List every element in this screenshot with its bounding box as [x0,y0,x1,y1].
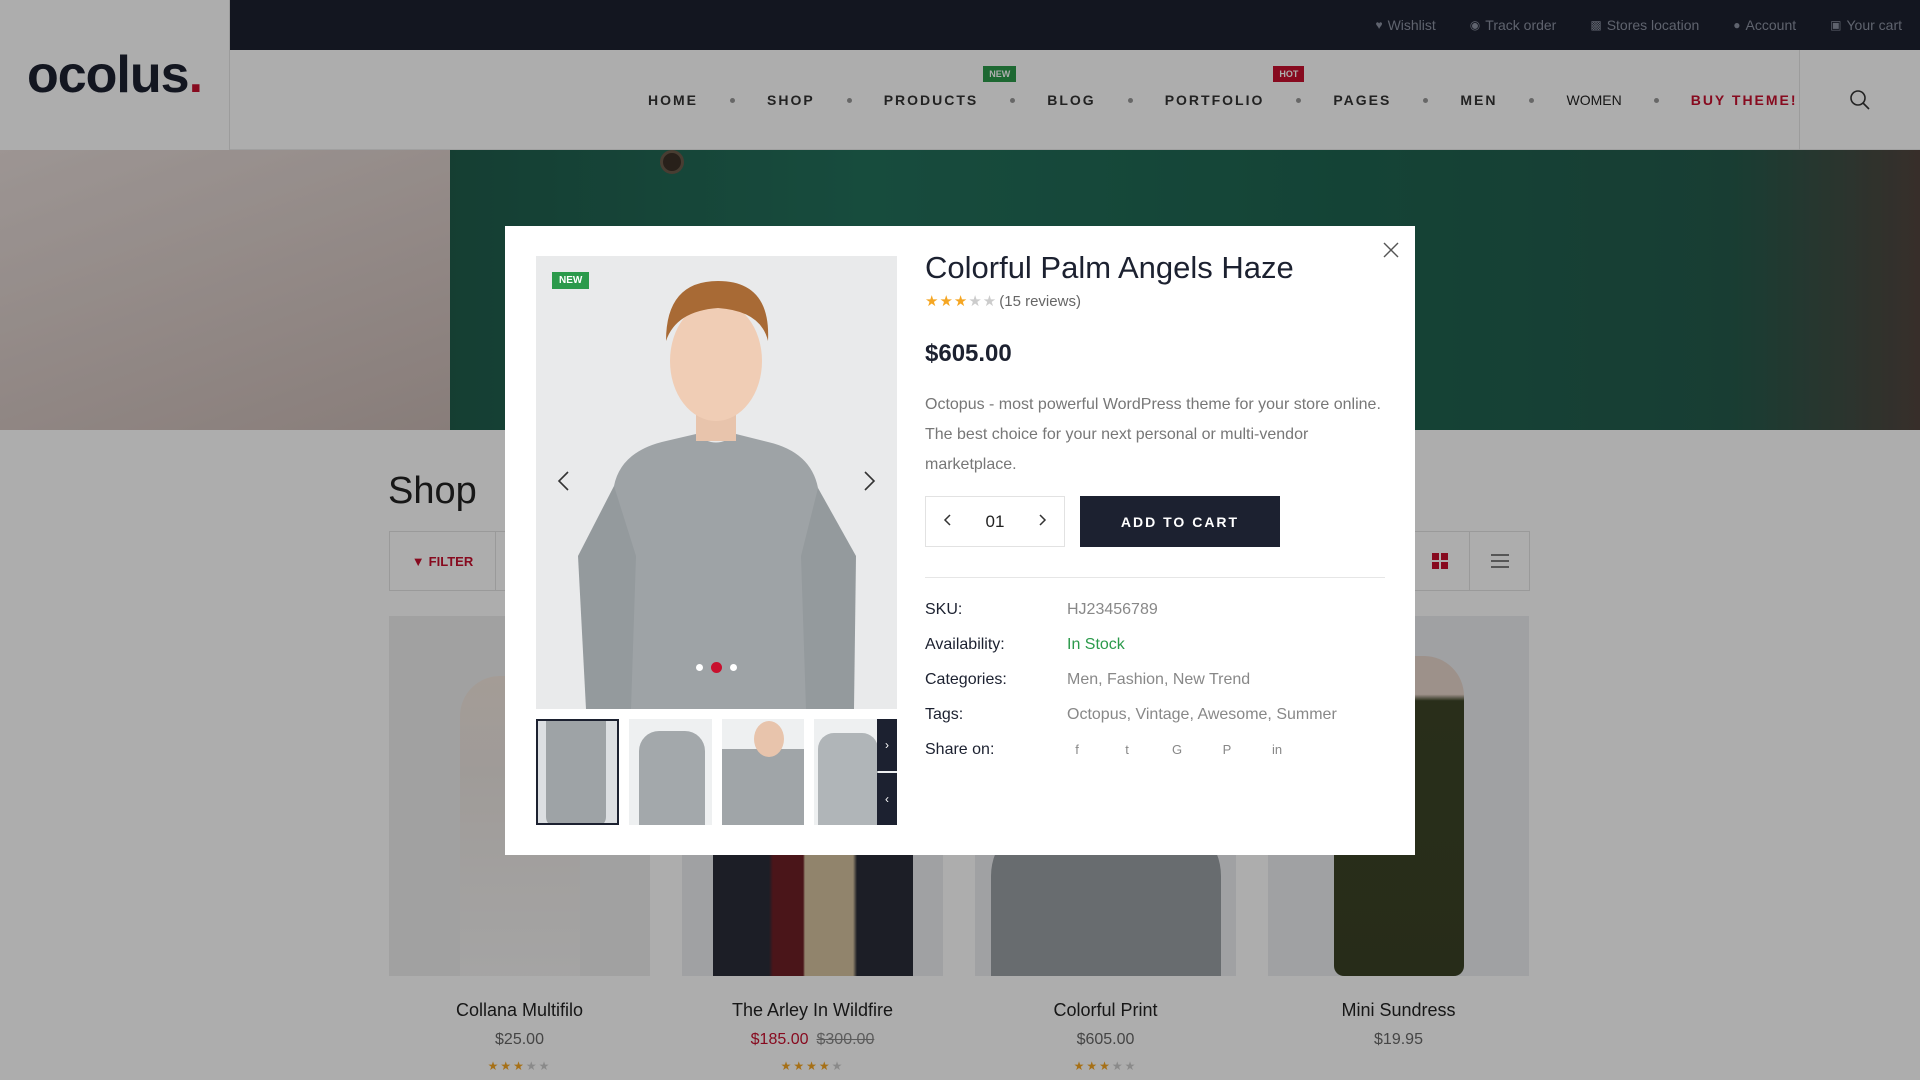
thumbnail-prev-button[interactable]: ‹ [877,773,897,825]
product-price: $605.00 [925,340,1012,367]
tags-value[interactable]: Octopus, Vintage, Awesome, Summer [1067,706,1337,724]
thumbnail-image [546,721,606,823]
categories-value[interactable]: Men, Fashion, New Trend [1067,671,1250,689]
gallery-dot[interactable] [730,664,737,671]
share-label: Share on: [925,740,995,758]
thumbnail[interactable] [536,719,619,825]
availability-value: In Stock [1067,635,1125,653]
star-icon: ★★★ [925,293,969,310]
sku-row: SKU: HJ23456789 [925,592,1385,627]
divider [925,577,1385,578]
sku-value: HJ23456789 [1067,600,1158,618]
thumbnail-strip: › ‹ [536,719,897,825]
chevron-right-icon [864,471,876,491]
product-rating: ★★★★★ (15 reviews) [925,292,1385,311]
product-description: Octopus - most powerful WordPress theme … [925,396,1381,473]
thumbnail-image [638,731,705,825]
availability-row: Availability: In Stock [925,627,1385,662]
buy-row: ADD TO CART [925,496,1385,547]
star-empty-icon: ★★ [968,293,998,310]
review-count[interactable]: (15 reviews) [999,293,1081,310]
chevron-left-icon: ‹ [885,792,889,806]
product-info: Colorful Palm Angels Haze ★★★★★ (15 revi… [925,250,1385,767]
gallery-dot-active[interactable] [711,662,722,673]
categories-label: Categories: [925,670,1007,688]
thumbnail-image [753,721,784,757]
rating-stars: ★★★★★ [925,292,997,310]
twitter-icon[interactable]: t [1117,742,1137,757]
gallery-prev-button[interactable] [548,466,578,496]
chevron-right-icon [1039,513,1047,526]
product-gallery: NEW › ‹ [536,256,897,825]
google-icon[interactable]: G [1167,742,1187,757]
quantity-input[interactable] [970,511,1020,532]
gallery-dots [536,662,897,673]
share-row: Share on: f t G P in [925,732,1385,767]
chevron-left-icon [943,513,951,526]
chevron-right-icon: › [885,738,889,752]
share-icons: f t G P in [1067,742,1287,757]
thumbnail-next-button[interactable]: › [877,719,897,771]
product-photo [536,256,897,709]
gallery-dot[interactable] [696,664,703,671]
new-badge: NEW [552,272,590,289]
pinterest-icon[interactable]: P [1217,742,1237,757]
thumbnail[interactable] [721,719,805,825]
add-to-cart-button[interactable]: ADD TO CART [1080,496,1280,547]
decrease-quantity-button[interactable] [938,513,956,531]
product-title: Colorful Palm Angels Haze [925,250,1294,285]
facebook-icon[interactable]: f [1067,742,1087,757]
thumbnail-image [721,749,805,825]
tags-row: Tags: Octopus, Vintage, Awesome, Summer [925,697,1385,732]
thumbnail[interactable] [628,719,712,825]
sku-label: SKU: [925,600,963,618]
quantity-stepper [925,496,1065,547]
linkedin-icon[interactable]: in [1267,742,1287,757]
product-meta: SKU: HJ23456789 Availability: In Stock C… [925,592,1385,767]
chevron-left-icon [557,471,569,491]
thumbnail-image [818,733,879,825]
increase-quantity-button[interactable] [1034,513,1052,531]
quick-view-modal: NEW › ‹ Colorful Palm Angels Haze ★★★★★ … [505,226,1415,855]
gallery-next-button[interactable] [855,466,885,496]
categories-row: Categories: Men, Fashion, New Trend [925,662,1385,697]
tags-label: Tags: [925,705,964,723]
main-product-image: NEW [536,256,897,709]
availability-label: Availability: [925,635,1005,653]
